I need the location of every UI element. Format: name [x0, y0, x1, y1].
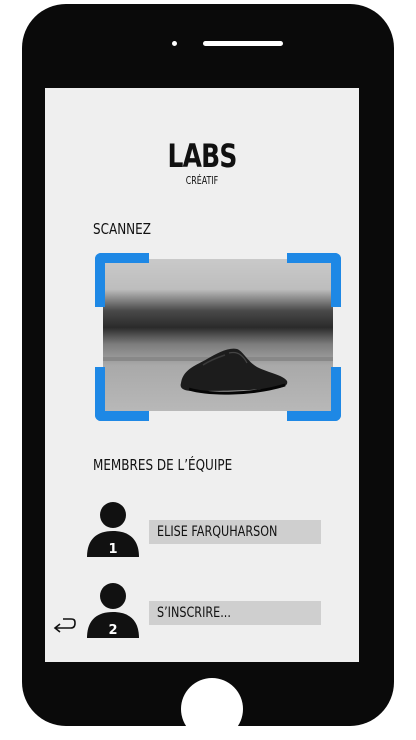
member-row[interactable]: 1 ELISE FARQUHARSON: [83, 499, 333, 559]
shoe-image: [180, 348, 288, 395]
signup-button[interactable]: S’INSCRIRE...: [149, 601, 321, 625]
app-screen: LABS CRÉATIF SCANNEZ MEMBRES DE L’ÉQUIPE…: [45, 88, 359, 662]
person-icon: 2: [87, 583, 139, 638]
viewfinder-corner-icon: [95, 367, 149, 421]
speaker-slot: [203, 41, 283, 46]
signup-row[interactable]: 2 S’INSCRIRE...: [83, 580, 333, 640]
scan-viewfinder[interactable]: [95, 253, 341, 421]
signup-label: S’INSCRIRE...: [157, 605, 231, 621]
camera-dot: [172, 41, 177, 46]
viewfinder-corner-icon: [287, 253, 341, 307]
scan-label: SCANNEZ: [93, 220, 151, 238]
viewfinder-corner-icon: [95, 253, 149, 307]
member-name: ELISE FARQUHARSON: [157, 524, 278, 540]
logo-title: LABS: [167, 137, 237, 175]
team-label: MEMBRES DE L’ÉQUIPE: [93, 456, 233, 474]
member-badge-number: 1: [108, 542, 117, 557]
person-icon: 1: [87, 502, 139, 557]
return-arrow-icon[interactable]: [53, 616, 77, 634]
home-button[interactable]: [181, 678, 243, 740]
member-name-field[interactable]: ELISE FARQUHARSON: [149, 520, 321, 544]
viewfinder-corner-icon: [287, 367, 341, 421]
member-badge-number: 2: [108, 623, 117, 638]
logo-subtitle: CRÉATIF: [185, 174, 219, 187]
